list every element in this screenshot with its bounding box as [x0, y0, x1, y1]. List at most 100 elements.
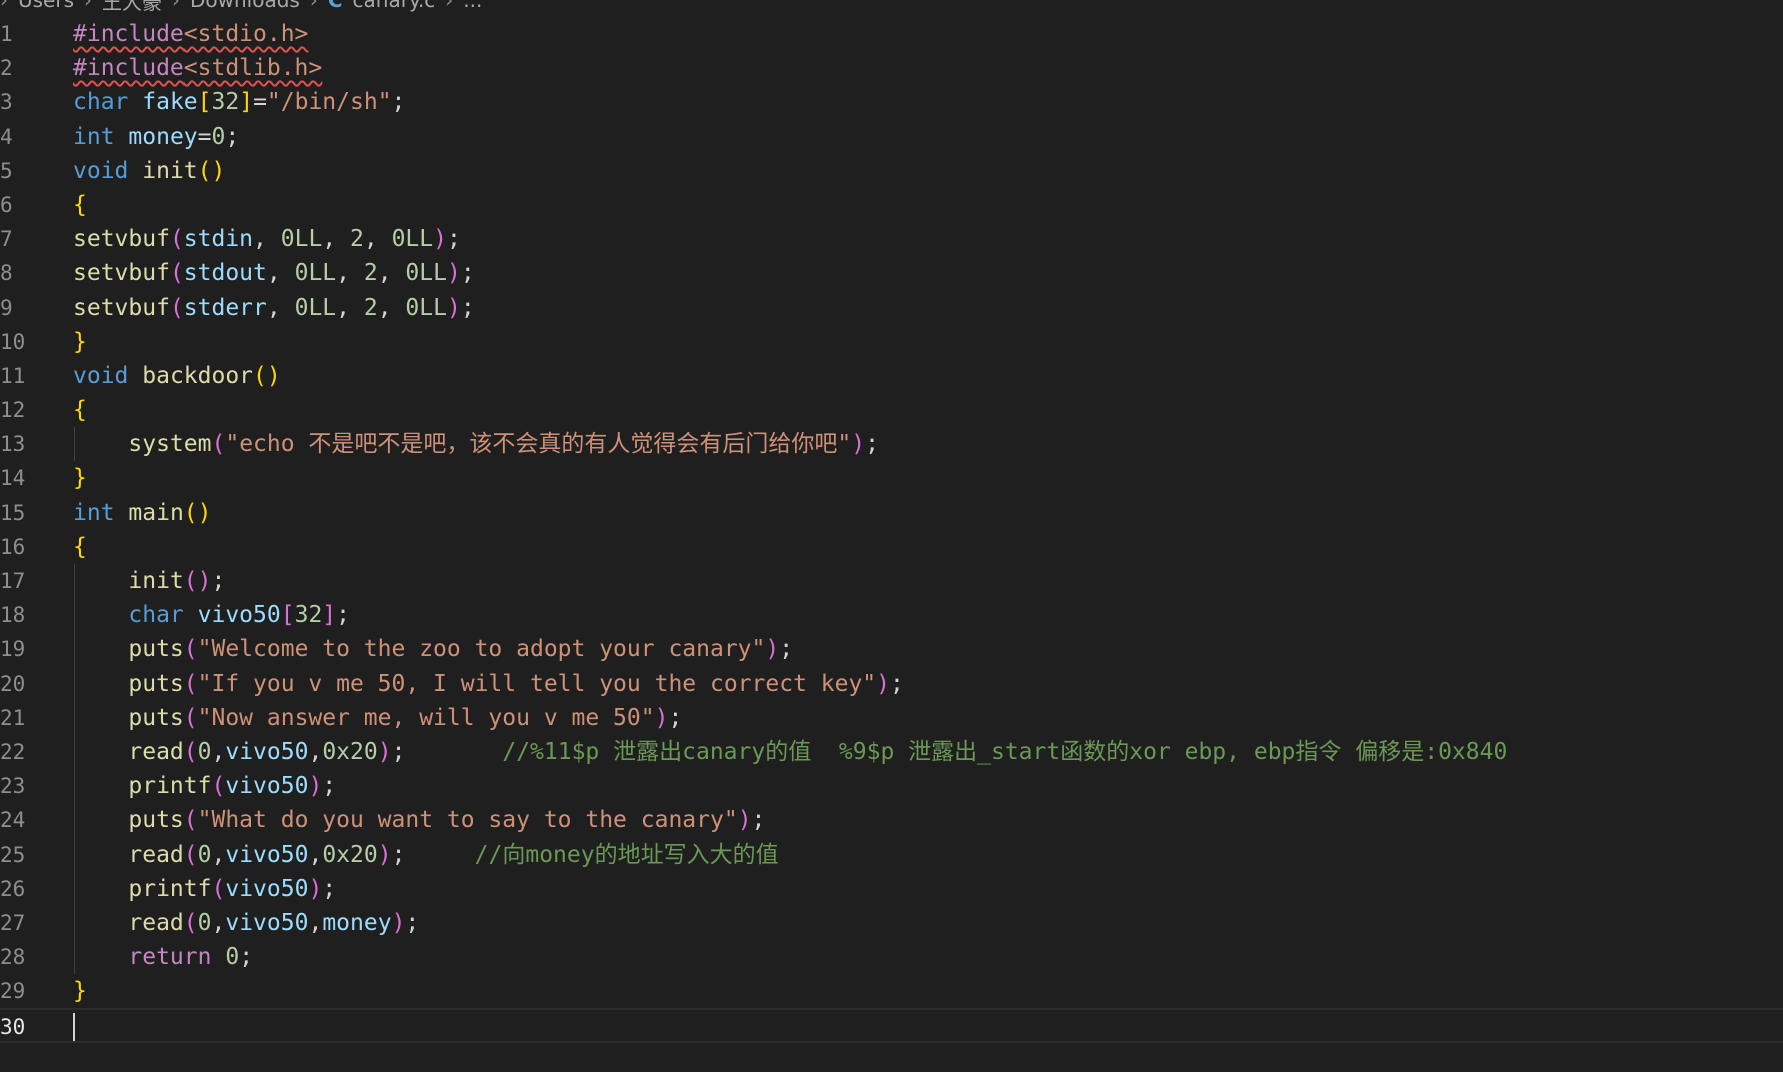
- code-token: printf: [128, 875, 212, 902]
- code-text: int main(): [73, 496, 212, 530]
- code-line[interactable]: 11 void backdoor(): [0, 359, 1783, 393]
- breadcrumb-item-downloads[interactable]: Downloads: [190, 0, 300, 12]
- code-line[interactable]: 25 read(0,vivo50,0x20); //向money的地址写入大的值: [0, 837, 1783, 872]
- code-token: 2: [363, 294, 378, 321]
- code-token: ,: [308, 841, 323, 868]
- code-token: (: [183, 738, 198, 765]
- code-line[interactable]: 16 {: [0, 530, 1783, 564]
- chevron-right-icon: ›: [172, 0, 181, 12]
- code-text: printf(vivo50);: [73, 769, 336, 803]
- code-text: {: [73, 530, 87, 564]
- code-line[interactable]: 19 puts("Welcome to the zoo to adopt you…: [0, 632, 1783, 667]
- code-token: ;: [336, 602, 351, 629]
- code-text: init();: [73, 564, 225, 598]
- code-token: 32: [211, 89, 240, 116]
- code-line[interactable]: 6{: [0, 188, 1783, 222]
- code-line[interactable]: 28 return 0;: [0, 940, 1783, 975]
- code-line[interactable]: 23 printf(vivo50);: [0, 769, 1783, 804]
- code-token: ;: [211, 568, 226, 594]
- code-token: ,: [336, 294, 364, 321]
- code-token: [: [280, 602, 295, 629]
- code-line[interactable]: 14}: [0, 461, 1783, 495]
- code-token: ): [446, 260, 461, 287]
- code-line[interactable]: 29}: [0, 974, 1783, 1008]
- code-token: (: [183, 841, 198, 868]
- code-token: vivo50: [225, 909, 309, 936]
- code-token: ;: [865, 431, 879, 458]
- code-editor[interactable]: 1 #include<stdio.h> 2 #include<stdlib.h> 3 ch…: [0, 17, 1783, 1043]
- code-line[interactable]: 2 #include<stdlib.h>: [0, 51, 1783, 85]
- code-token: puts: [128, 807, 184, 834]
- code-line[interactable]: 22 read(0,vivo50,0x20); //%11$p 泄露出canar…: [0, 734, 1783, 770]
- code-text: }: [73, 325, 87, 359]
- code-line[interactable]: 30: [0, 1008, 1783, 1043]
- line-number: 5: [0, 158, 13, 183]
- code-line[interactable]: 18 char vivo50[32];: [0, 598, 1783, 633]
- code-token: void: [73, 362, 129, 389]
- line-number: 25: [0, 842, 26, 867]
- code-token: ,: [336, 260, 364, 287]
- code-token: "echo 不是吧不是吧，该不会真的有人觉得会有后门给你吧": [225, 431, 852, 458]
- breadcrumb: › Users › 王大豪 › Downloads › C canary.c ›…: [0, 0, 492, 15]
- code-token: (: [183, 704, 198, 731]
- code-token: return: [128, 944, 212, 971]
- code-token: int: [73, 499, 115, 526]
- code-token: {: [73, 397, 87, 424]
- code-token: fake: [142, 89, 198, 116]
- code-line[interactable]: 27 read(0,vivo50,money);: [0, 905, 1783, 941]
- breadcrumb-item-file[interactable]: canary.c: [353, 0, 436, 12]
- code-token: "/bin/sh": [266, 89, 392, 116]
- breadcrumb-item-users[interactable]: Users: [18, 0, 74, 12]
- code-token: (): [253, 362, 281, 389]
- code-token: money: [128, 123, 198, 150]
- code-line[interactable]: 13 system("echo 不是吧不是吧，该不会真的有人觉得会有后门给你吧"…: [0, 427, 1783, 462]
- code-token: read: [128, 909, 184, 936]
- line-number: 21: [0, 705, 26, 730]
- chevron-right-icon: ›: [0, 0, 8, 12]
- breadcrumb-more[interactable]: ...: [463, 0, 482, 12]
- c-file-icon: C: [327, 0, 343, 12]
- line-number: 4: [0, 124, 13, 149]
- code-line[interactable]: 8 setvbuf(stdout, 0LL, 2, 0LL);: [0, 256, 1783, 290]
- code-line[interactable]: 3 char fake[32]="/bin/sh";: [0, 85, 1783, 119]
- code-token: (: [183, 909, 198, 936]
- code-token: ): [308, 875, 323, 902]
- code-token: stdout: [183, 260, 267, 287]
- code-line[interactable]: 21 puts("Now answer me, will you v me 50…: [0, 700, 1783, 735]
- code-token: ,: [266, 294, 295, 321]
- code-token: 0LL: [405, 260, 447, 287]
- code-line[interactable]: 7 setvbuf(stdin, 0LL, 2, 0LL);: [0, 222, 1783, 256]
- code-line[interactable]: 1 #include<stdio.h>: [0, 17, 1783, 51]
- code-line[interactable]: 24 puts("What do you want to say to the …: [0, 803, 1783, 838]
- breadcrumb-item-user-folder[interactable]: 王大豪: [102, 0, 162, 15]
- code-line[interactable]: 17 init();: [0, 564, 1783, 599]
- code-token: ,: [308, 909, 323, 936]
- code-line[interactable]: 5 void init(): [0, 154, 1783, 188]
- chevron-right-icon: ›: [309, 0, 318, 12]
- code-token: 0LL: [280, 226, 323, 253]
- chevron-right-icon: ›: [445, 0, 454, 12]
- code-line[interactable]: 4 int money=0;: [0, 120, 1783, 154]
- code-token: ,: [266, 260, 295, 287]
- code-line[interactable]: 15 int main(): [0, 496, 1783, 530]
- code-line[interactable]: 12 {: [0, 393, 1783, 427]
- code-line[interactable]: 26 printf(vivo50);: [0, 871, 1783, 906]
- line-number: 18: [0, 603, 26, 628]
- code-line[interactable]: 20 puts("If you v me 50, I will tell you…: [0, 666, 1783, 701]
- code-token: ): [654, 704, 669, 731]
- code-token: 0: [225, 944, 240, 971]
- code-token: 0LL: [391, 226, 434, 253]
- code-token: ;: [460, 260, 475, 287]
- line-number: 12: [0, 398, 26, 423]
- code-line[interactable]: 10}: [0, 325, 1783, 359]
- code-line[interactable]: 9 setvbuf(stderr, 0LL, 2, 0LL);: [0, 291, 1783, 325]
